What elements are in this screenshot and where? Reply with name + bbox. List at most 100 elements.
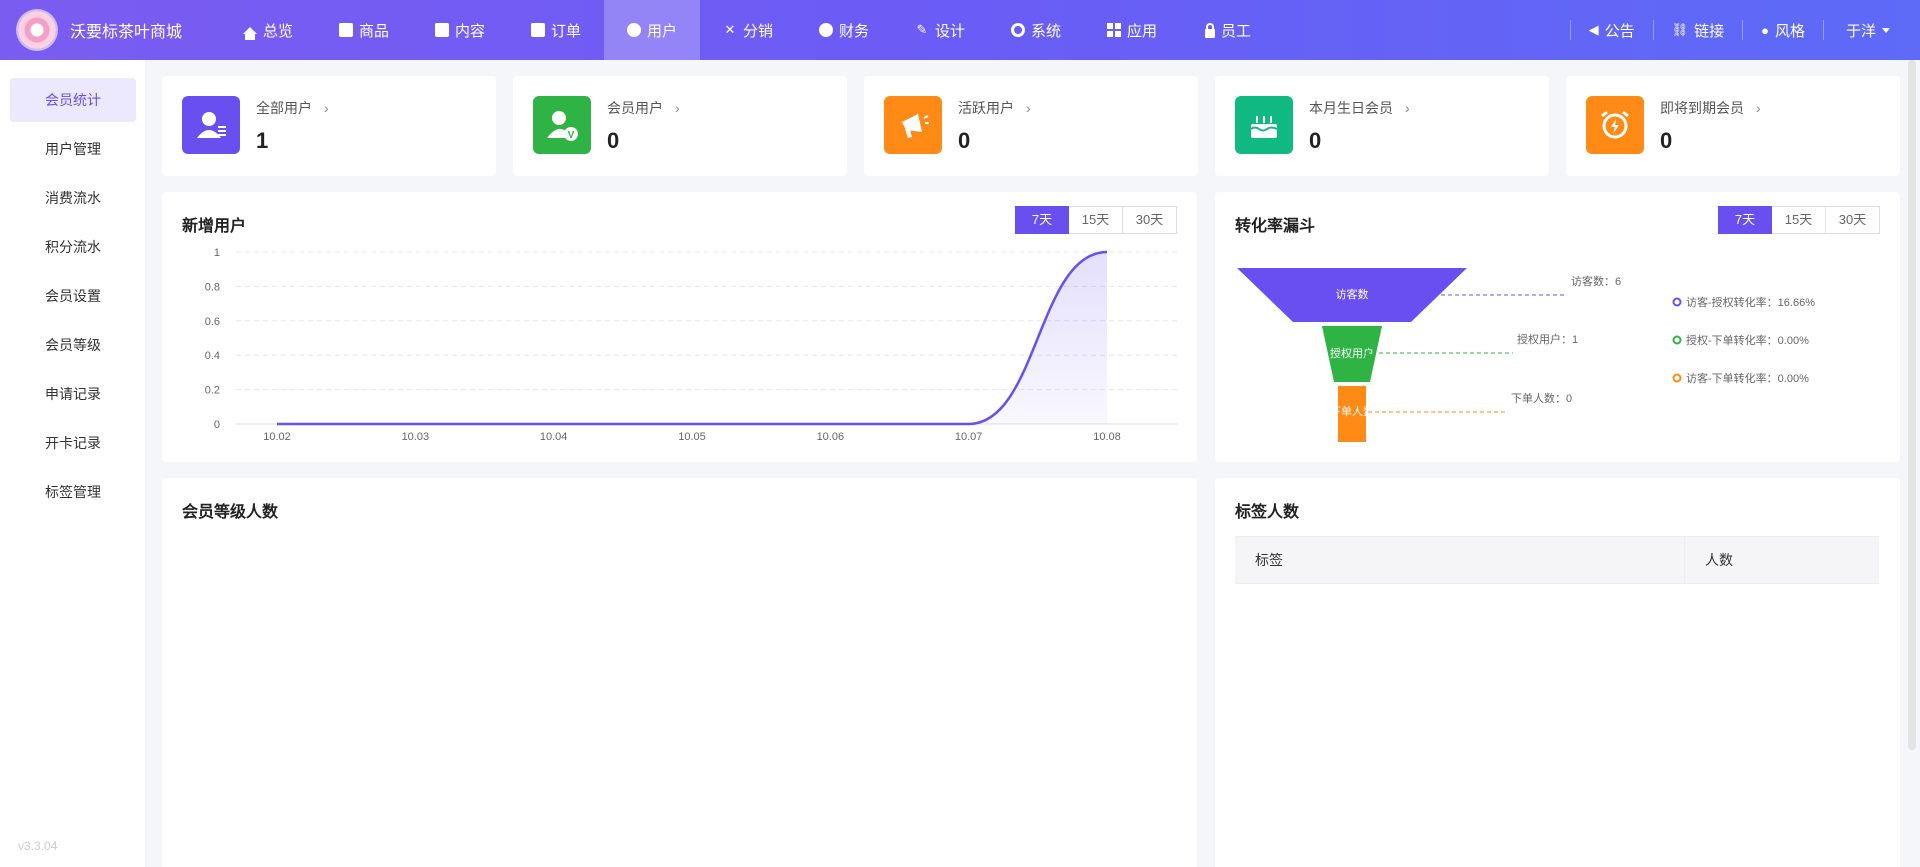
- style-button[interactable]: ● 风格: [1742, 20, 1823, 40]
- member-levels-panel: 会员等级人数: [162, 478, 1197, 867]
- stat-card-all-users[interactable]: 全部用户 › 1: [162, 76, 496, 176]
- lock-icon: [1204, 22, 1215, 38]
- tag-count-panel: 标签人数 标签 人数: [1215, 478, 1900, 867]
- x-tick-label: 10.06: [817, 431, 845, 443]
- line-area: [277, 252, 1107, 424]
- grid-icon: [1106, 23, 1121, 37]
- y-tick-label: 0.8: [205, 281, 220, 293]
- nav-item-distribution[interactable]: ✕ 分销: [700, 0, 796, 60]
- palette-icon: ●: [1761, 22, 1769, 38]
- money-bag-icon: [818, 23, 833, 37]
- nav-item-products[interactable]: 商品: [316, 0, 412, 60]
- x-tick-label: 10.05: [678, 431, 706, 443]
- funnel-stage-label: 访客数: [1336, 287, 1369, 301]
- y-tick-label: 0.2: [205, 385, 220, 397]
- x-tick-label: 10.03: [402, 431, 430, 443]
- megaphone-icon: [884, 96, 942, 154]
- top-navbar: 沃要标茶叶商城 总览 商品 内容 订单 用户 ✕ 分销 财务 ✎ 设计 系统 应用 …: [0, 0, 1920, 60]
- alarm-clock-icon: [1586, 96, 1644, 154]
- chevron-right-icon: ›: [1405, 100, 1410, 116]
- nav-item-design[interactable]: ✎ 设计: [892, 0, 988, 60]
- nav-item-users[interactable]: 用户: [604, 0, 700, 60]
- conversion-rate-label: 访客-授权转化率：16.66%: [1686, 295, 1815, 309]
- conversion-rate-label: 访客-下单转化率：0.00%: [1686, 371, 1809, 385]
- new-users-line-chart: 0 0.2 0.4 0.6 0.8 1 10.02 10.03 10.04 10.05 10.06 1…: [205, 247, 1177, 443]
- toolbar-right: ◀ 公告 ⛓ 链接 ● 风格 于洋: [1569, 0, 1920, 60]
- nav-item-system[interactable]: 系统: [988, 0, 1084, 60]
- y-tick-label: 0.6: [205, 316, 220, 328]
- x-tick-label: 10.08: [1093, 431, 1121, 443]
- sidebar-item-card-records[interactable]: 开卡记录: [10, 421, 136, 465]
- nav-item-orders[interactable]: 订单: [508, 0, 604, 60]
- funnel-callout: 下单人数：0: [1511, 392, 1572, 405]
- sidebar-item-user-management[interactable]: 用户管理: [10, 127, 136, 171]
- stat-value: 0: [958, 128, 971, 153]
- stat-card-member-users[interactable]: V 会员用户 › 0: [513, 76, 847, 176]
- new-users-panel: 新增用户 7天 15天 30天 0 0.2 0.4 0.6 0.8 1 10.02 10.03…: [162, 192, 1197, 462]
- conversion-funnel-panel: 转化率漏斗 7天 15天 30天 访客数 授权用户 下单人数 访客数：6 授权用…: [1215, 192, 1900, 462]
- series-line: [276, 250, 1108, 426]
- stat-label: 即将到期会员: [1660, 100, 1744, 116]
- panel-title: 会员等级人数: [182, 504, 279, 521]
- brand[interactable]: 沃要标茶叶商城: [0, 11, 220, 49]
- bag-icon: [338, 23, 353, 37]
- nav-item-finance[interactable]: 财务: [796, 0, 892, 60]
- stat-card-expiring-members[interactable]: 即将到期会员 › 0: [1566, 76, 1900, 176]
- clipboard-icon: [530, 23, 545, 37]
- nav-item-content[interactable]: 内容: [412, 0, 508, 60]
- funnel-callout: 访客数：6: [1571, 274, 1621, 288]
- stat-card-birthday-members[interactable]: 本月生日会员 › 0: [1215, 76, 1549, 176]
- column-header-tag: 标签: [1235, 537, 1685, 583]
- user-icon: [626, 23, 641, 37]
- table-header: 标签 人数: [1235, 536, 1879, 584]
- sidebar-item-tag-management[interactable]: 标签管理: [10, 470, 136, 514]
- chevron-down-icon: [1882, 27, 1890, 33]
- member-user-icon: V: [533, 96, 591, 154]
- sidebar-item-points-flow[interactable]: 积分流水: [10, 225, 136, 269]
- svg-text:V: V: [568, 130, 575, 141]
- page-scrollbar[interactable]: [1908, 60, 1916, 750]
- sidebar-item-member-levels[interactable]: 会员等级: [10, 323, 136, 367]
- user-menu[interactable]: 于洋: [1822, 20, 1920, 40]
- stat-card-active-users[interactable]: 活跃用户 › 0: [864, 76, 1198, 176]
- stat-label: 全部用户: [256, 100, 312, 116]
- sidebar-item-member-stats[interactable]: 会员统计: [10, 78, 136, 122]
- legend-dot: [1672, 335, 1682, 345]
- share-icon: ✕: [724, 22, 736, 37]
- stat-value: 0: [1660, 128, 1673, 153]
- all-users-icon: [182, 96, 240, 154]
- main-nav: 总览 商品 内容 订单 用户 ✕ 分销 财务 ✎ 设计 系统 应用 员工: [220, 0, 1276, 60]
- tag-table: 标签 人数: [1235, 536, 1879, 584]
- y-tick-label: 0: [214, 419, 220, 431]
- x-tick-label: 10.07: [955, 431, 983, 443]
- nav-item-overview[interactable]: 总览: [220, 0, 316, 60]
- stat-value: 1: [256, 128, 269, 153]
- chevron-right-icon: ›: [1756, 100, 1761, 116]
- stat-label: 会员用户: [607, 100, 663, 116]
- sidebar-item-consumption-flow[interactable]: 消费流水: [10, 176, 136, 220]
- birthday-cake-icon: [1235, 96, 1293, 154]
- conversion-rate-label: 授权-下单转化率：0.00%: [1686, 333, 1809, 347]
- nav-item-staff[interactable]: 员工: [1180, 0, 1276, 60]
- column-header-count: 人数: [1705, 552, 1733, 568]
- x-tick-label: 10.02: [263, 431, 291, 443]
- funnel-chart: 访客数 授权用户 下单人数 访客数：6 授权用户：1 下单人数：0 访客-授权转…: [1237, 268, 1815, 442]
- link-icon: ⛓: [1671, 22, 1689, 37]
- document-icon: [434, 23, 449, 37]
- chevron-right-icon: ›: [1026, 100, 1031, 116]
- y-tick-label: 0.4: [205, 350, 220, 362]
- x-tick-label: 10.04: [540, 431, 568, 443]
- sidebar-item-member-settings[interactable]: 会员设置: [10, 274, 136, 318]
- stat-value: 0: [607, 128, 620, 153]
- megaphone-icon: ◀: [1588, 22, 1599, 37]
- funnel-stage-label: 下单人数: [1330, 405, 1374, 418]
- link-button[interactable]: ⛓ 链接: [1652, 20, 1743, 40]
- announcement-button[interactable]: ◀ 公告: [1569, 20, 1653, 40]
- stat-value: 0: [1309, 128, 1322, 153]
- sidebar: 会员统计 用户管理 消费流水 积分流水 会员设置 会员等级 申请记录 开卡记录 …: [0, 60, 145, 867]
- chevron-right-icon: ›: [324, 100, 329, 116]
- sidebar-item-application-records[interactable]: 申请记录: [10, 372, 136, 416]
- panel-title: 标签人数: [1235, 504, 1300, 521]
- nav-item-apps[interactable]: 应用: [1084, 0, 1180, 60]
- home-icon: [242, 26, 257, 40]
